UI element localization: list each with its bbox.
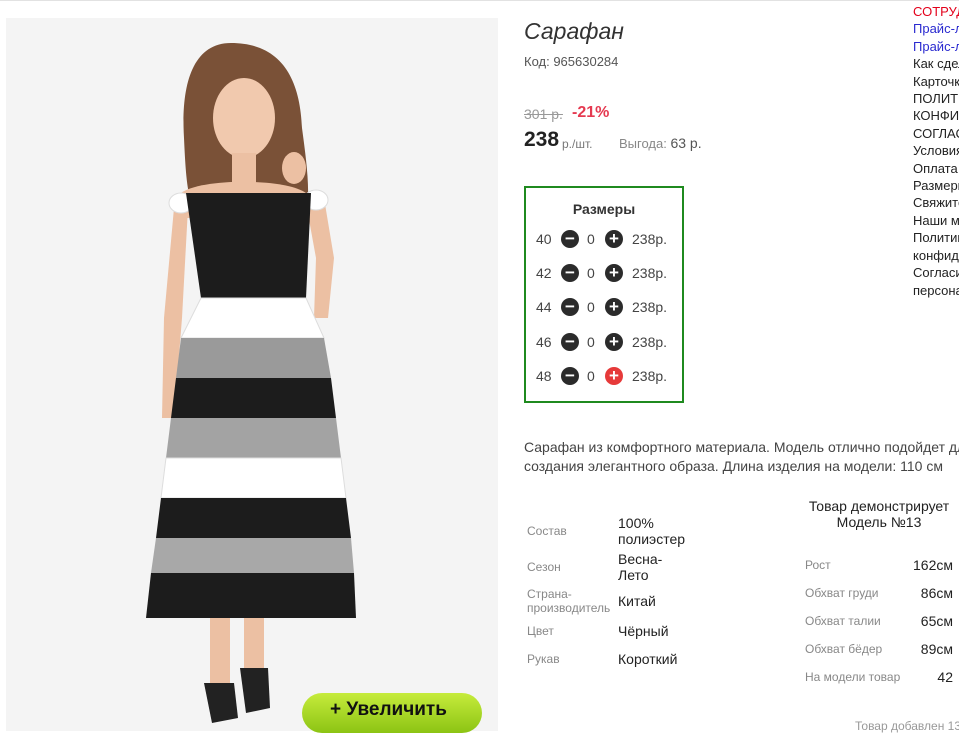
size-row: 44 − 0 + 238р. (526, 295, 682, 321)
side-link[interactable]: Свяжитесь (913, 194, 959, 211)
old-price: 301 р. (524, 106, 563, 122)
size-label: 46 (536, 334, 552, 350)
benefit-value: 63 р. (670, 135, 702, 151)
size-quantity: 0 (587, 334, 595, 350)
minus-icon[interactable]: − (561, 230, 579, 248)
sizes-title: Размеры (572, 201, 636, 217)
product-title: Сарафан (524, 18, 624, 44)
model-label: На модели товар (805, 670, 901, 684)
side-link[interactable]: Оплата (913, 160, 959, 177)
model-illustration (146, 43, 356, 723)
side-link[interactable]: СОГЛАСИЕ (913, 125, 959, 142)
size-quantity: 0 (587, 265, 595, 281)
size-price: 238р. (632, 265, 668, 281)
side-link[interactable]: Политика (913, 229, 959, 246)
plus-icon[interactable]: + (605, 264, 623, 282)
product-code: Код: 965630284 (524, 54, 619, 69)
side-link[interactable]: Прайс-лист (913, 20, 959, 37)
side-link[interactable]: Как сделать заказ (913, 55, 959, 72)
attr-label: Страна-производитель (527, 587, 611, 615)
product-photo[interactable] (6, 18, 498, 731)
minus-icon[interactable]: − (561, 298, 579, 316)
attr-label: Сезон (527, 560, 561, 574)
plus-icon[interactable]: + (605, 230, 623, 248)
product-description: Сарафан из комфортного материала. Модель… (524, 438, 959, 476)
model-label: Обхват талии (805, 614, 881, 628)
side-link[interactable]: Условия (913, 142, 959, 159)
minus-icon[interactable]: − (561, 333, 579, 351)
size-label: 48 (536, 368, 552, 384)
minus-icon[interactable]: − (561, 367, 579, 385)
attr-label: Цвет (527, 624, 554, 638)
size-label: 40 (536, 231, 552, 247)
plus-icon[interactable]: + (605, 367, 623, 385)
side-menu: СОТРУДНИЧЕСТВО Прайс-лист Прайс-лист Как… (913, 3, 959, 299)
attr-value: 100% полиэстер (618, 515, 686, 547)
model-heading: Товар демонстрирует Модель №13 (808, 498, 950, 530)
size-row: 46 − 0 + 238р. (526, 330, 682, 356)
side-link[interactable]: Наши магазины (913, 212, 959, 229)
benefit: Выгода: 63 р. (619, 135, 702, 151)
top-divider (0, 0, 959, 1)
attr-label: Рукав (527, 652, 560, 666)
size-quantity: 0 (587, 231, 595, 247)
size-price: 238р. (632, 231, 668, 247)
model-value: 89см (920, 641, 953, 657)
model-value: 42 (937, 669, 953, 685)
minus-icon[interactable]: − (561, 264, 579, 282)
attr-value: Весна-Лето (618, 551, 663, 583)
size-label: 42 (536, 265, 552, 281)
size-row: 42 − 0 + 238р. (526, 261, 682, 287)
model-value: 86см (920, 585, 953, 601)
side-link[interactable]: КОНФИДЕНЦИАЛЬНОСТИ (913, 107, 959, 124)
attr-value: Чёрный (618, 623, 669, 639)
size-price: 238р. (632, 368, 668, 384)
side-link[interactable]: Прайс-лист (913, 38, 959, 55)
side-link[interactable]: ПОЛИТИКА (913, 90, 959, 107)
plus-icon[interactable]: + (605, 333, 623, 351)
attr-label: Состав (527, 524, 567, 538)
benefit-label: Выгода: (619, 136, 667, 151)
model-label: Обхват груди (805, 586, 879, 600)
plus-icon[interactable]: + (605, 298, 623, 316)
size-row: 48 − 0 + 238р. (526, 364, 682, 390)
model-value: 162см (913, 557, 953, 573)
model-value: 65см (920, 613, 953, 629)
size-quantity: 0 (587, 368, 595, 384)
attr-value: Короткий (618, 651, 678, 667)
side-link[interactable]: Согласие (913, 264, 959, 281)
side-link[interactable]: Размеры (913, 177, 959, 194)
model-label: Рост (805, 558, 831, 572)
size-price: 238р. (632, 334, 668, 350)
size-quantity: 0 (587, 299, 595, 315)
side-link[interactable]: Карточка (913, 73, 959, 90)
price-unit: р./шт. (562, 137, 593, 151)
sizes-box: Размеры 40 − 0 + 238р. 42 − 0 + 238р. 44… (524, 186, 684, 403)
zoom-button[interactable]: + Увеличить (302, 693, 482, 733)
description-line: Сарафан из комфортного материала. Модель… (524, 439, 959, 455)
side-link[interactable]: СОТРУДНИЧЕСТВО (913, 3, 959, 20)
side-link[interactable]: конфиденциальности (913, 247, 959, 264)
size-price: 238р. (632, 299, 668, 315)
description-line: создания элегантного образа. Длина издел… (524, 458, 943, 474)
side-link[interactable]: персональных (913, 282, 959, 299)
model-label: Обхват бёдер (805, 642, 883, 656)
size-row: 40 − 0 + 238р. (526, 227, 682, 253)
discount-badge: -21% (572, 104, 610, 121)
size-label: 44 (536, 299, 552, 315)
price: 238 (524, 128, 560, 151)
attr-value: Китай (618, 593, 656, 609)
